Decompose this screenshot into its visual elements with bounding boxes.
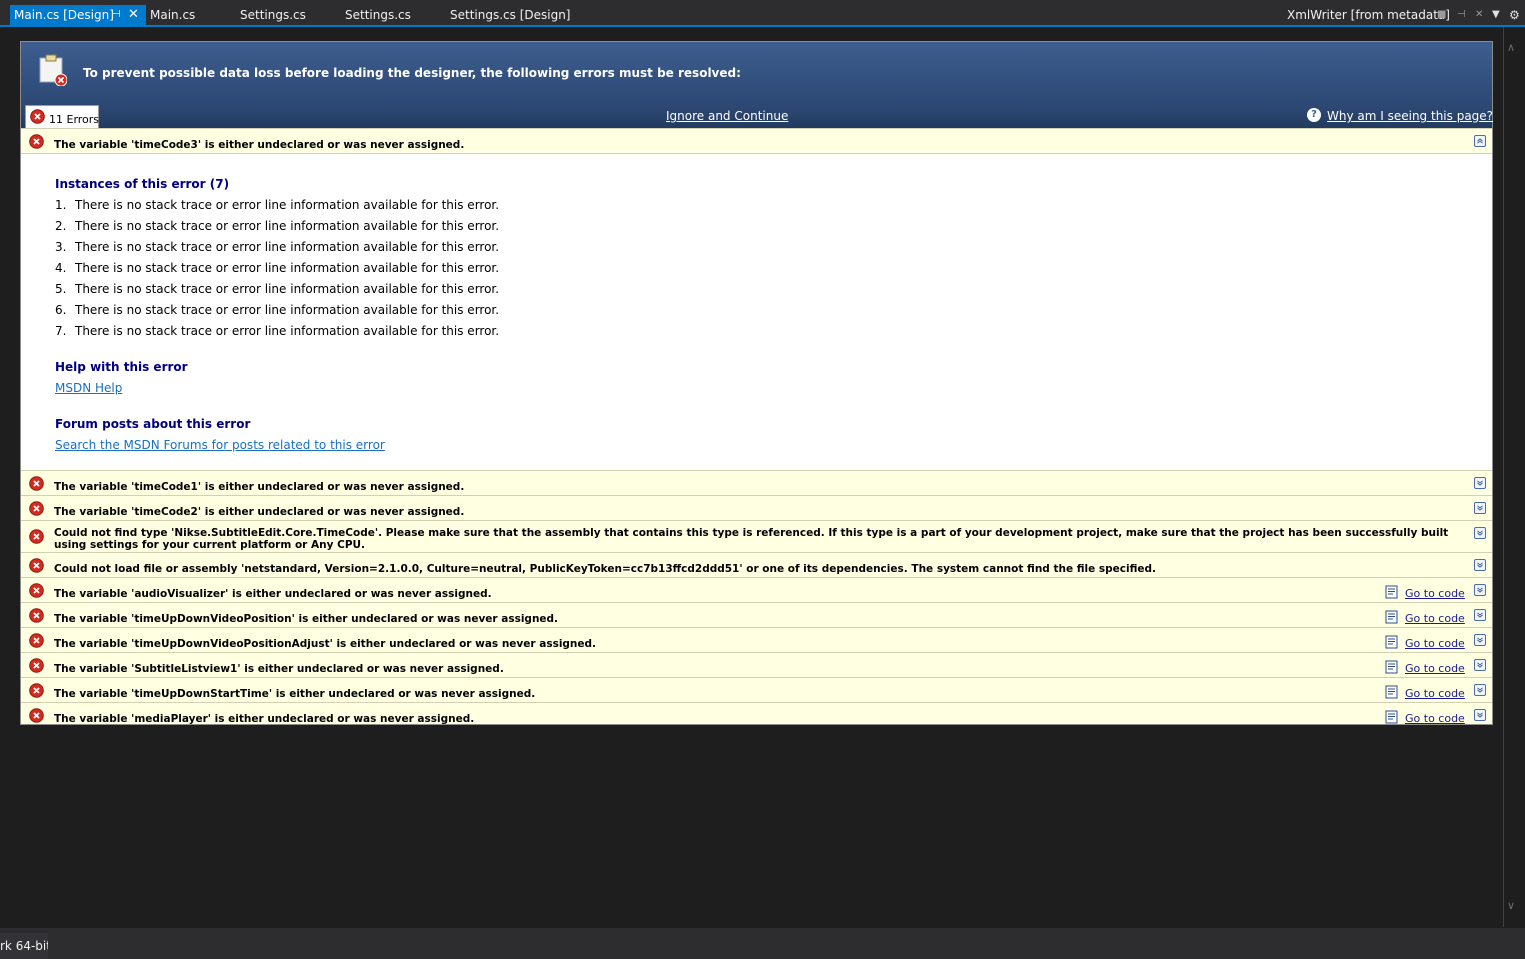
expand-icon[interactable]: [1474, 502, 1486, 514]
error-message: The variable 'mediaPlayer' is either und…: [54, 713, 475, 725]
error-icon: [29, 476, 44, 491]
tab-xmlwriter-metadata[interactable]: XmlWriter [from metadata]: [1287, 5, 1450, 25]
help-icon: ?: [1307, 108, 1321, 122]
error-row[interactable]: The variable 'timeUpDownVideoPositionAdj…: [21, 627, 1492, 652]
expand-icon[interactable]: [1474, 559, 1486, 571]
msdn-help-link[interactable]: MSDN Help: [55, 381, 122, 395]
error-row[interactable]: The variable 'mediaPlayer' is either und…: [21, 702, 1492, 725]
close-icon[interactable]: ✕: [1475, 6, 1483, 24]
forum-heading: Forum posts about this error: [55, 417, 251, 431]
error-icon: [29, 134, 44, 149]
error-icon: [29, 583, 44, 598]
lock-icon: ■: [1437, 9, 1447, 20]
expand-icon[interactable]: [1474, 527, 1486, 539]
error-icon: [29, 529, 44, 544]
errors-count-label: 11 Errors: [49, 113, 100, 126]
error-message: The variable 'SubtitleListview1' is eith…: [54, 663, 504, 675]
tab-settings-design[interactable]: Settings.cs [Design]: [450, 5, 571, 25]
error-icon: [29, 501, 44, 516]
close-icon[interactable]: ✕: [128, 5, 139, 25]
instance-item: 5. There is no stack trace or error line …: [55, 282, 500, 296]
error-row[interactable]: Could not find type 'Nikse.SubtitleEdit.…: [21, 520, 1492, 552]
go-to-code-link[interactable]: Go to code: [1405, 637, 1465, 650]
expand-icon[interactable]: [1474, 609, 1486, 621]
expand-icon[interactable]: [1474, 477, 1486, 489]
error-row[interactable]: The variable 'timeCode1' is either undec…: [21, 470, 1492, 495]
code-file-icon: [1385, 685, 1398, 699]
go-to-code-link[interactable]: Go to code: [1405, 612, 1465, 625]
code-file-icon: [1385, 635, 1398, 649]
clipboard-error-icon: [39, 54, 67, 86]
instance-item: 3. There is no stack trace or error line …: [55, 240, 500, 254]
expand-icon[interactable]: [1474, 684, 1486, 696]
instances-heading: Instances of this error (7): [55, 177, 230, 191]
chevron-down-icon[interactable]: ▼: [1492, 6, 1500, 24]
tab-settings-cs-2[interactable]: Settings.cs: [345, 5, 411, 25]
vertical-scrollbar[interactable]: ∧ ∨: [1504, 27, 1521, 927]
instance-item: 4. There is no stack trace or error line …: [55, 261, 500, 275]
go-to-code-link[interactable]: Go to code: [1405, 662, 1465, 675]
error-icon: [29, 608, 44, 623]
error-row[interactable]: The variable 'timeUpDownStartTime' is ei…: [21, 677, 1492, 702]
error-icon: [29, 683, 44, 698]
gear-icon[interactable]: ⚙: [1509, 6, 1520, 24]
error-message: The variable 'timeCode2' is either undec…: [54, 506, 465, 518]
error-row[interactable]: The variable 'timeCode3' is either undec…: [21, 128, 1492, 153]
ignore-and-continue-link[interactable]: Ignore and Continue: [666, 109, 788, 123]
error-message: The variable 'timeCode3' is either undec…: [54, 139, 465, 151]
help-heading: Help with this error: [55, 360, 188, 374]
error-row[interactable]: The variable 'timeUpDownVideoPosition' i…: [21, 602, 1492, 627]
banner-title: To prevent possible data loss before loa…: [83, 66, 741, 80]
error-message: The variable 'timeUpDownVideoPosition' i…: [54, 613, 559, 625]
go-to-code-link[interactable]: Go to code: [1405, 712, 1465, 725]
error-message: The variable 'timeCode1' is either undec…: [54, 481, 465, 493]
go-to-code-link[interactable]: Go to code: [1405, 587, 1465, 600]
expand-icon[interactable]: [1474, 584, 1486, 596]
go-to-code-link[interactable]: Go to code: [1405, 687, 1465, 700]
instance-item: 1. There is no stack trace or error line …: [55, 198, 500, 212]
instance-item: 7. There is no stack trace or error line …: [55, 324, 500, 338]
expand-icon[interactable]: [1474, 659, 1486, 671]
pin-icon[interactable]: ⊣: [1457, 6, 1466, 24]
error-icon: [29, 558, 44, 573]
pin-icon[interactable]: ⊣: [112, 5, 121, 25]
error-row[interactable]: The variable 'audioVisualizer' is either…: [21, 577, 1492, 602]
expand-icon[interactable]: [1474, 634, 1486, 646]
code-file-icon: [1385, 660, 1398, 674]
why-seeing-page-link[interactable]: Why am I seeing this page?: [1327, 109, 1493, 123]
instance-item: 2. There is no stack trace or error line …: [55, 219, 500, 233]
status-text: rk 64-bit): [0, 933, 48, 959]
error-icon: [30, 109, 45, 124]
error-row[interactable]: The variable 'timeCode2' is either undec…: [21, 495, 1492, 520]
tab-settings-cs[interactable]: Settings.cs: [240, 5, 306, 25]
code-file-icon: [1385, 585, 1398, 599]
status-bar: rk 64-bit): [0, 928, 1525, 959]
designer-error-panel: To prevent possible data loss before loa…: [20, 41, 1493, 725]
scroll-up-icon[interactable]: ∧: [1507, 41, 1515, 54]
tab-main-cs[interactable]: Main.cs: [150, 5, 195, 25]
document-tab-strip: Main.cs [Design] ⊣ ✕ Main.cs Settings.cs…: [0, 0, 1525, 26]
error-row[interactable]: The variable 'SubtitleListview1' is eith…: [21, 652, 1492, 677]
error-details: Instances of this error (7) 1. There is n…: [21, 153, 1492, 471]
code-file-icon: [1385, 610, 1398, 624]
error-message: The variable 'timeUpDownStartTime' is ei…: [54, 688, 536, 700]
error-row[interactable]: Could not load file or assembly 'netstan…: [21, 552, 1492, 577]
error-message: Could not load file or assembly 'netstan…: [54, 563, 1157, 575]
tab-main-design[interactable]: Main.cs [Design] ⊣ ✕: [10, 5, 146, 25]
code-file-icon: [1385, 710, 1398, 724]
error-icon: [29, 658, 44, 673]
error-message: The variable 'audioVisualizer' is either…: [54, 588, 492, 600]
instance-item: 6. There is no stack trace or error line …: [55, 303, 500, 317]
expand-icon[interactable]: [1474, 709, 1486, 721]
error-message: Could not find type 'Nikse.SubtitleEdit.…: [54, 527, 1449, 551]
error-icon: [29, 633, 44, 648]
tab-label: Main.cs [Design]: [14, 8, 114, 22]
scroll-down-icon[interactable]: ∨: [1507, 899, 1515, 912]
collapse-icon[interactable]: [1474, 135, 1486, 147]
errors-count-tab[interactable]: 11 Errors: [25, 105, 99, 128]
error-banner: To prevent possible data loss before loa…: [21, 42, 1493, 128]
forum-search-link[interactable]: Search the MSDN Forums for posts related…: [55, 438, 385, 452]
error-icon: [29, 708, 44, 723]
error-message: The variable 'timeUpDownVideoPositionAdj…: [54, 638, 597, 650]
